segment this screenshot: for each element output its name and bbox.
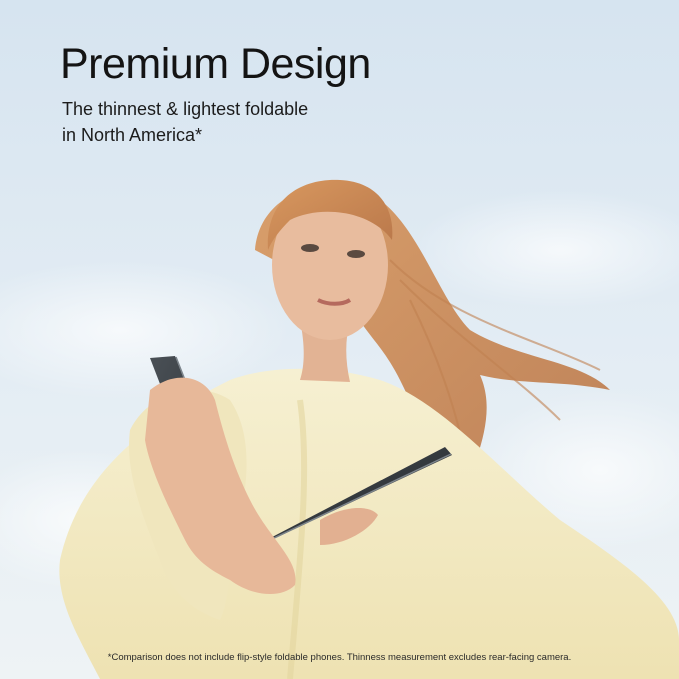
subheadline-line-1: The thinnest & lightest foldable — [62, 99, 309, 119]
subheadline: The thinnest & lightest foldable in Nort… — [62, 96, 308, 148]
footnote: *Comparison does not include flip-style … — [107, 652, 572, 663]
headline: Premium Design — [60, 40, 371, 88]
left-eye — [301, 244, 319, 252]
right-eye — [347, 250, 365, 258]
product-banner: Premium Design The thinnest & lightest f… — [0, 0, 679, 679]
subheadline-line-2: in North America* — [62, 125, 203, 145]
